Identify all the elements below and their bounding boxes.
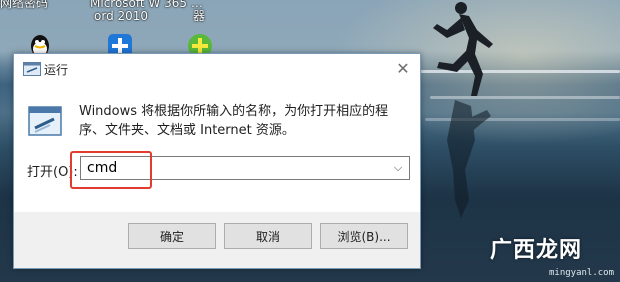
- ok-button[interactable]: 确定: [128, 223, 216, 249]
- runner-reflection: [447, 100, 491, 218]
- watermark-text: 广西龙网: [490, 238, 583, 263]
- desktop-label: 器: [193, 9, 206, 23]
- run-icon: [28, 106, 62, 136]
- run-app-icon: [23, 62, 41, 76]
- dialog-title: 运行: [44, 63, 69, 77]
- close-button[interactable]: ✕: [386, 54, 420, 82]
- highlight-annotation: [70, 151, 152, 189]
- cancel-button[interactable]: 取消: [224, 223, 312, 249]
- dialog-body: Windows 将根据你所输入的名称，为你打开相应的程序、文件夹、文档或 Int…: [14, 84, 420, 212]
- dialog-description: Windows 将根据你所输入的名称，为你打开相应的程序、文件夹、文档或 Int…: [79, 104, 389, 138]
- desktop-label: 网络密码: [0, 0, 49, 10]
- close-icon: ✕: [396, 58, 410, 78]
- browse-button[interactable]: 浏览(B)...: [320, 223, 408, 249]
- run-dialog: 运行 ✕ Windows 将根据你所输入的名称，为你打开相应的程序、文件夹、文档…: [13, 53, 421, 269]
- watermark-url: mingyanl.com: [549, 268, 615, 278]
- runner-silhouette: [433, 2, 493, 96]
- chevron-down-icon[interactable]: ⌵: [389, 158, 407, 178]
- dialog-footer: 确定 取消 浏览(B)...: [14, 212, 420, 268]
- desktop-label: ord 2010: [94, 9, 149, 23]
- dialog-titlebar[interactable]: 运行 ✕: [14, 54, 420, 84]
